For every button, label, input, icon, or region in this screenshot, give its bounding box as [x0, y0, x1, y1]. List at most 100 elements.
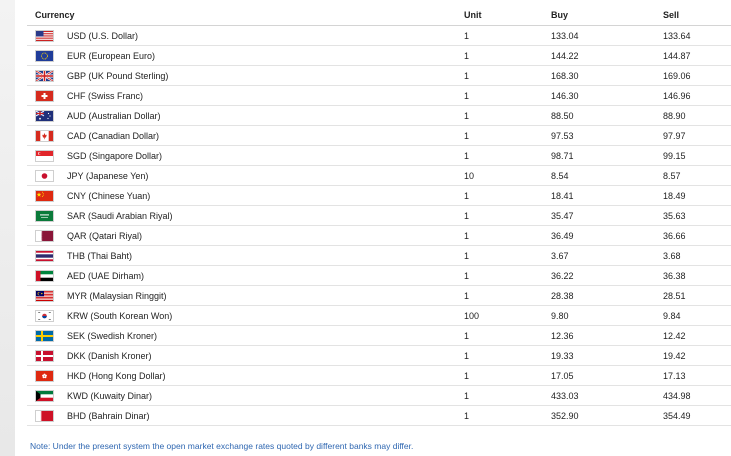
flag-cell [27, 125, 67, 146]
currency-unit: 1 [464, 185, 552, 206]
sell-rate: 354.49 [663, 405, 731, 426]
buy-rate: 12.36 [551, 325, 664, 346]
sell-rate: 36.38 [663, 265, 731, 286]
currency-name: CAD (Canadian Dollar) [67, 125, 465, 146]
flag-cell [27, 185, 67, 206]
buy-rate: 28.38 [551, 285, 664, 306]
currency-name: KWD (Kuwaity Dinar) [67, 385, 465, 406]
my-flag-icon [35, 289, 54, 302]
buy-rate: 144.22 [551, 45, 664, 66]
currency-unit: 100 [464, 305, 552, 326]
flag-cell [27, 85, 67, 106]
table-row: MYR (Malaysian Ringgit) 1 28.38 28.51 [27, 285, 731, 306]
exchange-rate-page: Currency Unit Buy Sell USD (U.S. Dollar)… [0, 0, 731, 456]
buy-rate: 3.67 [551, 245, 664, 266]
sell-rate: 434.98 [663, 385, 731, 406]
flag-cell [27, 165, 67, 186]
left-side-stripe [0, 0, 15, 456]
flag-cell [27, 45, 67, 66]
flag-cell [27, 345, 67, 366]
sa-flag-icon [35, 209, 54, 222]
sell-rate: 88.90 [663, 105, 731, 126]
buy-rate: 9.80 [551, 305, 664, 326]
flag-cell [27, 265, 67, 286]
flag-cell [27, 65, 67, 86]
currency-name: AUD (Australian Dollar) [67, 105, 465, 126]
flag-cell [27, 325, 67, 346]
sell-rate: 3.68 [663, 245, 731, 266]
currency-unit: 1 [464, 65, 552, 86]
flag-cell [27, 385, 67, 406]
table-row: SAR (Saudi Arabian Riyal) 1 35.47 35.63 [27, 205, 731, 226]
flag-cell [27, 285, 67, 306]
flag-cell [27, 205, 67, 226]
table-row: KRW (South Korean Won) 100 9.80 9.84 [27, 305, 731, 326]
sell-rate: 8.57 [663, 165, 731, 186]
flag-cell [27, 225, 67, 246]
currency-unit: 1 [464, 205, 552, 226]
currency-name: DKK (Danish Kroner) [67, 345, 465, 366]
currency-unit: 1 [464, 325, 552, 346]
table-row: THB (Thai Baht) 1 3.67 3.68 [27, 245, 731, 266]
eu-flag-icon [35, 49, 54, 62]
kw-flag-icon [35, 389, 54, 402]
exchange-rate-table: Currency Unit Buy Sell USD (U.S. Dollar)… [27, 5, 731, 426]
currency-unit: 1 [464, 405, 552, 426]
sell-rate: 36.66 [663, 225, 731, 246]
buy-rate: 8.54 [551, 165, 664, 186]
table-row: JPY (Japanese Yen) 10 8.54 8.57 [27, 165, 731, 186]
sell-rate: 97.97 [663, 125, 731, 146]
currency-name: THB (Thai Baht) [67, 245, 465, 266]
table-row: AED (UAE Dirham) 1 36.22 36.38 [27, 265, 731, 286]
table-row: GBP (UK Pound Sterling) 1 168.30 169.06 [27, 65, 731, 86]
currency-unit: 1 [464, 365, 552, 386]
buy-rate: 98.71 [551, 145, 664, 166]
currency-unit: 1 [464, 45, 552, 66]
flag-cell [27, 145, 67, 166]
currency-unit: 1 [464, 145, 552, 166]
currency-name: QAR (Qatari Riyal) [67, 225, 465, 246]
flag-cell [27, 305, 67, 326]
header-sell: Sell [663, 5, 731, 26]
currency-name: MYR (Malaysian Ringgit) [67, 285, 465, 306]
bh-flag-icon [35, 409, 54, 422]
currency-name: CHF (Swiss Franc) [67, 85, 465, 106]
se-flag-icon [35, 329, 54, 342]
sell-rate: 144.87 [663, 45, 731, 66]
currency-name: KRW (South Korean Won) [67, 305, 465, 326]
header-unit: Unit [464, 5, 552, 26]
sell-rate: 35.63 [663, 205, 731, 226]
currency-unit: 1 [464, 385, 552, 406]
buy-rate: 19.33 [551, 345, 664, 366]
th-flag-icon [35, 249, 54, 262]
hk-flag-icon [35, 369, 54, 382]
table-row: HKD (Hong Kong Dollar) 1 17.05 17.13 [27, 365, 731, 386]
sell-rate: 18.49 [663, 185, 731, 206]
currency-unit: 1 [464, 265, 552, 286]
currency-name: CNY (Chinese Yuan) [67, 185, 465, 206]
table-row: QAR (Qatari Riyal) 1 36.49 36.66 [27, 225, 731, 246]
flag-cell [27, 105, 67, 126]
currency-name: SAR (Saudi Arabian Riyal) [67, 205, 465, 226]
currency-unit: 1 [464, 125, 552, 146]
sell-rate: 9.84 [663, 305, 731, 326]
buy-rate: 36.22 [551, 265, 664, 286]
table-row: CNY (Chinese Yuan) 1 18.41 18.49 [27, 185, 731, 206]
header-buy: Buy [551, 5, 664, 26]
table-row: AUD (Australian Dollar) 1 88.50 88.90 [27, 105, 731, 126]
flag-cell [27, 25, 67, 46]
currency-name: SGD (Singapore Dollar) [67, 145, 465, 166]
buy-rate: 35.47 [551, 205, 664, 226]
table-row: BHD (Bahrain Dinar) 1 352.90 354.49 [27, 405, 731, 426]
flag-cell [27, 245, 67, 266]
currency-name: HKD (Hong Kong Dollar) [67, 365, 465, 386]
header-currency: Currency [27, 5, 465, 26]
currency-unit: 1 [464, 285, 552, 306]
currency-unit: 10 [464, 165, 552, 186]
currency-name: BHD (Bahrain Dinar) [67, 405, 465, 426]
currency-name: SEK (Swedish Kroner) [67, 325, 465, 346]
table-row: EUR (European Euro) 1 144.22 144.87 [27, 45, 731, 66]
sell-rate: 19.42 [663, 345, 731, 366]
us-flag-icon [35, 29, 54, 42]
jp-flag-icon [35, 169, 54, 182]
